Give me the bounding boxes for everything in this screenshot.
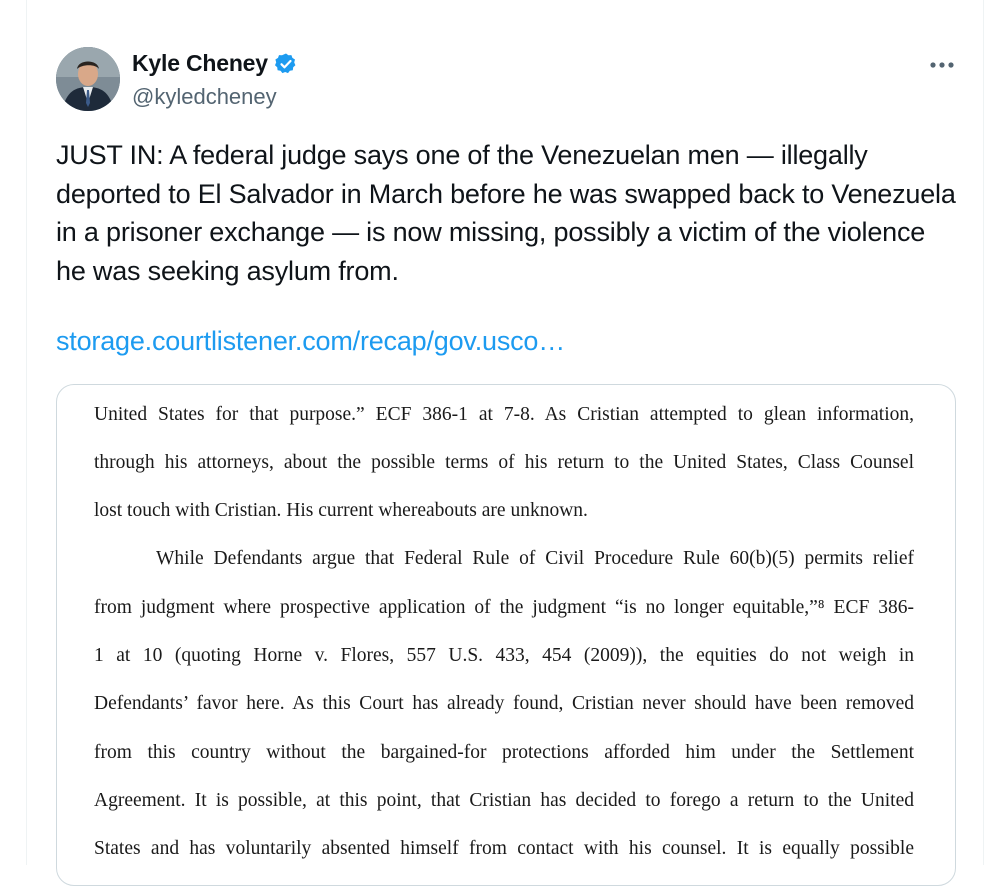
- tweet-link[interactable]: storage.courtlistener.com/recap/gov.usco…: [56, 326, 565, 357]
- doc-line: 1 at 10 (quoting Horne v. Flores, 557 U.…: [94, 645, 914, 666]
- more-options-button[interactable]: [926, 50, 958, 80]
- more-horizontal-icon: [930, 62, 954, 68]
- doc-line: While Defendants argue that Federal Rule…: [156, 548, 914, 569]
- avatar-photo: [56, 47, 120, 111]
- doc-line: States and has voluntarily absented hims…: [94, 838, 914, 859]
- attached-document-image[interactable]: United States for that purpose.” ECF 386…: [56, 384, 956, 886]
- verified-badge-icon: [274, 52, 298, 76]
- doc-line: Defendants’ favor here. As this Court ha…: [94, 693, 914, 714]
- author-handle[interactable]: @kyledcheney: [132, 84, 277, 110]
- author-avatar[interactable]: [56, 47, 120, 111]
- doc-line: from this country without the bargained-…: [94, 742, 914, 763]
- doc-line: lost touch with Cristian. His current wh…: [94, 500, 588, 521]
- author-name-row: Kyle Cheney: [132, 50, 298, 77]
- tweet-text: JUST IN: A federal judge says one of the…: [56, 140, 956, 286]
- author-display-name[interactable]: Kyle Cheney: [132, 50, 268, 77]
- doc-line: United States for that purpose.” ECF 386…: [94, 404, 914, 425]
- doc-line: through his attorneys, about the possibl…: [94, 452, 914, 473]
- doc-line: from judgment where prospective applicat…: [94, 597, 914, 618]
- doc-line: Agreement. It is possible, at this point…: [94, 790, 914, 811]
